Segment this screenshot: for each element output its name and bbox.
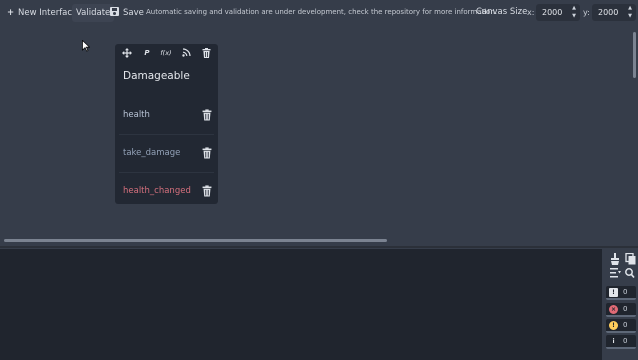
member-name[interactable]: health_changed: [123, 186, 191, 196]
horizontal-scrollbar-thumb[interactable]: [4, 239, 387, 242]
add-property-icon[interactable]: P: [140, 47, 154, 59]
messages-counter-toggle[interactable]: ! 0: [606, 286, 636, 300]
member-divider: [119, 134, 214, 135]
vertical-scrollbar[interactable]: [632, 28, 638, 240]
node-toolbar: P f(x): [115, 44, 218, 62]
canvas-size-label: Canvas Size: [476, 7, 528, 17]
floppy-disk-icon: [110, 7, 119, 16]
panel-splitter[interactable]: [0, 246, 638, 248]
warning-icon: !: [609, 321, 618, 330]
canvas-height-input[interactable]: [592, 4, 624, 21]
errors-counter-toggle[interactable]: × 0: [606, 303, 636, 317]
error-icon: ×: [609, 305, 618, 314]
node-title[interactable]: Damageable: [123, 70, 190, 82]
delete-icon[interactable]: [202, 185, 212, 197]
member-name[interactable]: take_damage: [123, 148, 180, 158]
add-function-icon[interactable]: f(x): [159, 47, 173, 59]
info-icon: i: [612, 338, 615, 345]
validate-label: Validate: [76, 8, 111, 18]
member-name[interactable]: health: [123, 110, 150, 120]
top-toolbar: + New Interface Validate Save Automatic s…: [0, 0, 638, 26]
clear-icon[interactable]: [608, 253, 622, 265]
message-icon: !: [609, 288, 618, 297]
messages-count: 0: [623, 288, 628, 296]
canvas-x-label: x:: [527, 8, 535, 17]
output-log[interactable]: [0, 249, 602, 360]
development-notice: Automatic saving and validation are unde…: [146, 8, 498, 16]
warnings-counter-toggle[interactable]: ! 0: [606, 319, 636, 333]
info-counter-toggle[interactable]: i 0: [606, 335, 636, 349]
new-interface-label: New Interface: [18, 8, 78, 18]
canvas-width-spinbox[interactable]: ▲▼: [536, 4, 580, 21]
canvas-y-label: y:: [583, 8, 590, 17]
plus-icon: +: [6, 8, 15, 18]
up-down-arrows-icon[interactable]: ▲ ▼: [569, 4, 579, 21]
mouse-cursor-icon: [82, 40, 90, 52]
member-property-health[interactable]: health: [115, 98, 218, 134]
warnings-count: 0: [623, 321, 628, 329]
delete-icon[interactable]: [202, 109, 212, 121]
graph-canvas[interactable]: [0, 26, 632, 244]
errors-count: 0: [623, 305, 628, 313]
member-function-take-damage[interactable]: take_damage: [115, 136, 218, 172]
filter-list-icon[interactable]: [608, 267, 622, 279]
horizontal-scrollbar[interactable]: [0, 236, 632, 244]
new-interface-button[interactable]: + New Interface: [6, 5, 77, 21]
member-divider: [119, 172, 214, 173]
member-signal-health-changed[interactable]: health_changed: [115, 174, 218, 210]
info-count: 0: [623, 337, 628, 345]
validate-button[interactable]: Validate: [72, 4, 115, 22]
canvas-width-input[interactable]: [536, 4, 568, 21]
copy-icon[interactable]: [623, 253, 637, 265]
save-label: Save: [123, 8, 144, 18]
save-button[interactable]: Save: [110, 5, 144, 21]
search-icon[interactable]: [623, 267, 637, 279]
delete-node-icon[interactable]: [199, 47, 213, 59]
add-signal-icon[interactable]: [179, 47, 193, 59]
delete-icon[interactable]: [202, 147, 212, 159]
up-down-arrows-icon[interactable]: ▲ ▼: [625, 4, 635, 21]
move-icon[interactable]: [120, 47, 134, 59]
vertical-scrollbar-thumb[interactable]: [633, 32, 636, 78]
canvas-height-spinbox[interactable]: ▲▼: [592, 4, 636, 21]
